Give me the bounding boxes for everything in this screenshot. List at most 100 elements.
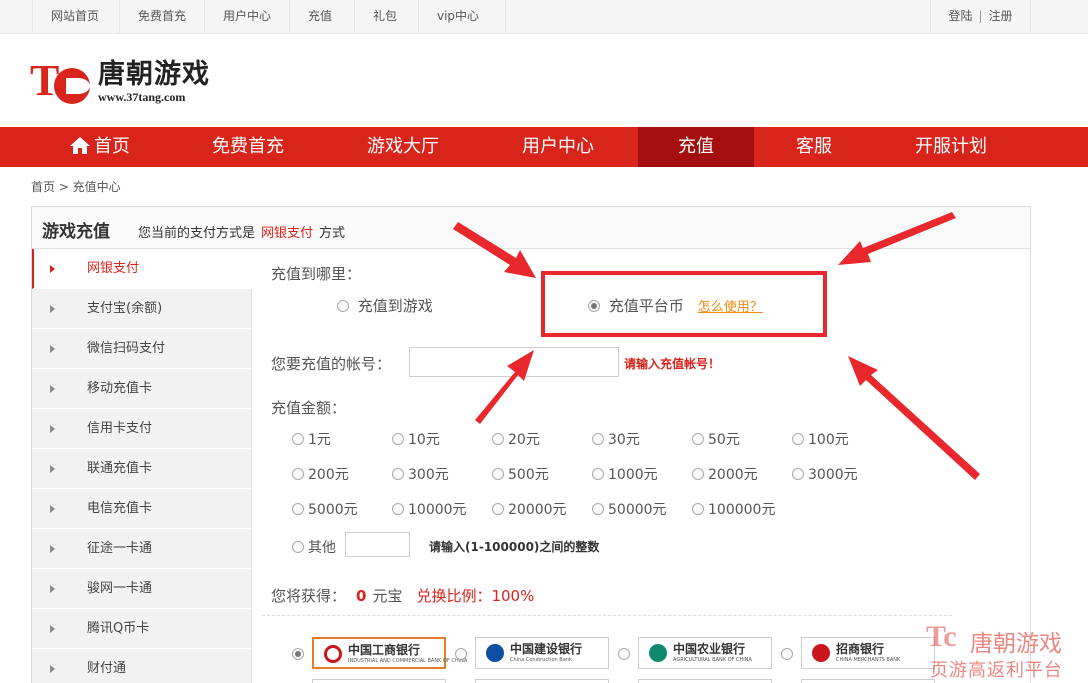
top-link-gift[interactable]: 礼包: [355, 0, 419, 34]
radio[interactable]: [492, 503, 504, 515]
top-link-user-center[interactable]: 用户中心: [205, 0, 290, 34]
sidebar-item-label: 网银支付: [87, 261, 140, 276]
bank-option-abc[interactable]: 中国农业银行 AGRICULTURAL BANK OF CHINA: [638, 637, 772, 669]
panel-header: 游戏充值 您当前的支付方式是 网银支付 方式: [32, 207, 1030, 249]
amount-option[interactable]: 20000元: [492, 499, 567, 519]
amount-other-input[interactable]: [345, 532, 410, 557]
sidebar-item-credit-card[interactable]: 信用卡支付: [32, 409, 252, 449]
radio[interactable]: [792, 468, 804, 480]
caret-right-icon: [50, 585, 55, 593]
radio[interactable]: [592, 503, 604, 515]
radio[interactable]: [792, 433, 804, 445]
bank-option-cmb[interactable]: 招商银行 CHINA MERCHANTS BANK: [801, 637, 935, 669]
nav-item-server-plan[interactable]: 开服计划: [898, 127, 1004, 167]
amount-option[interactable]: 200元: [292, 464, 349, 484]
register-link[interactable]: 注册: [989, 9, 1013, 23]
logo-mark: T: [30, 58, 92, 104]
amount-option[interactable]: 5000元: [292, 499, 358, 519]
target-game-option[interactable]: 充值到游戏: [337, 295, 433, 316]
sidebar-item-zhengtu-card[interactable]: 征途一卡通: [32, 529, 252, 569]
radio[interactable]: [392, 433, 404, 445]
amount-option[interactable]: 30元: [592, 429, 640, 449]
top-link-home[interactable]: 网站首页: [33, 0, 120, 34]
amount-other-option[interactable]: 其他: [292, 537, 336, 557]
bank-option-ccb[interactable]: 中国建设银行 China Construction Bank: [475, 637, 609, 669]
radio[interactable]: [692, 468, 704, 480]
sidebar-item-label: 电信充值卡: [87, 501, 153, 516]
radio[interactable]: [292, 503, 304, 515]
radio[interactable]: [692, 433, 704, 445]
amount-option[interactable]: 50元: [692, 429, 740, 449]
login-link[interactable]: 登陆: [948, 9, 972, 23]
nav-item-home[interactable]: 首页: [60, 127, 140, 167]
bank-option-partial[interactable]: [475, 679, 609, 683]
radio[interactable]: [337, 300, 349, 312]
watermark-slogan: 页游高返利平台: [930, 660, 1063, 681]
bank-option-icbc[interactable]: 中国工商银行 INDUSTRIAL AND COMMERCIAL BANK OF…: [312, 637, 467, 669]
amount-label: 1元: [308, 432, 331, 448]
amount-option[interactable]: 10000元: [392, 499, 467, 519]
radio[interactable]: [292, 433, 304, 445]
auth-links: 登陆 | 注册: [930, 0, 1031, 34]
sidebar-item-wechat[interactable]: 微信扫码支付: [32, 329, 252, 369]
amount-label: 2000元: [708, 467, 758, 483]
amount-option[interactable]: 100元: [792, 429, 849, 449]
amount-option[interactable]: 1元: [292, 429, 331, 449]
top-link-vip[interactable]: vip中心: [419, 0, 506, 34]
nav-item-free-charge[interactable]: 免费首充: [198, 127, 298, 167]
amount-label: 3000元: [808, 467, 858, 483]
radio[interactable]: [492, 433, 504, 445]
amount-label: 30元: [608, 432, 640, 448]
breadcrumb[interactable]: 首页 > 充值中心: [31, 178, 121, 195]
sidebar-item-telecom-card[interactable]: 电信充值卡: [32, 489, 252, 529]
nav-item-game-hall[interactable]: 游戏大厅: [353, 127, 453, 167]
amount-option[interactable]: 3000元: [792, 464, 858, 484]
sidebar-item-alipay[interactable]: 支付宝(余额): [32, 289, 252, 329]
amount-label: 50元: [708, 432, 740, 448]
bank-radio[interactable]: [455, 648, 467, 660]
bank-en-name: INDUSTRIAL AND COMMERCIAL BANK OF CHINA: [348, 658, 468, 664]
amount-option[interactable]: 100000元: [692, 499, 775, 519]
nav-item-recharge[interactable]: 充值: [638, 127, 754, 167]
payment-method-desc: 您当前的支付方式是 网银支付 方式: [138, 222, 345, 241]
radio[interactable]: [692, 503, 704, 515]
radio[interactable]: [492, 468, 504, 480]
bank-radio[interactable]: [618, 648, 630, 660]
amount-label: 10元: [408, 432, 440, 448]
nav-item-user-center[interactable]: 用户中心: [508, 127, 608, 167]
sidebar-item-mobile-card[interactable]: 移动充值卡: [32, 369, 252, 409]
caret-right-icon: [50, 545, 55, 553]
sidebar-item-tenpay[interactable]: 财付通: [32, 649, 252, 683]
sidebar-item-unicom-card[interactable]: 联通充值卡: [32, 449, 252, 489]
top-link-free-charge[interactable]: 免费首充: [120, 0, 205, 34]
radio[interactable]: [592, 433, 604, 445]
radio[interactable]: [392, 503, 404, 515]
amount-option[interactable]: 500元: [492, 464, 549, 484]
exchange-ratio: 兑换比例：100%: [416, 587, 535, 605]
amount-option[interactable]: 1000元: [592, 464, 658, 484]
amount-option[interactable]: 300元: [392, 464, 449, 484]
radio[interactable]: [592, 468, 604, 480]
bank-radio[interactable]: [781, 648, 793, 660]
radio[interactable]: [292, 541, 304, 553]
caret-right-icon: [50, 505, 55, 513]
bank-option-partial[interactable]: [638, 679, 772, 683]
sidebar-item-bank[interactable]: 网银支付: [32, 249, 252, 289]
radio[interactable]: [392, 468, 404, 480]
top-link-recharge[interactable]: 充值: [290, 0, 355, 34]
nav-item-service[interactable]: 客服: [774, 127, 854, 167]
bank-option-partial[interactable]: [801, 679, 935, 683]
get-value: 0: [356, 587, 367, 605]
sidebar-item-junnet-card[interactable]: 骏网一卡通: [32, 569, 252, 609]
bank-option-partial[interactable]: [312, 679, 446, 683]
amount-option[interactable]: 10元: [392, 429, 440, 449]
bank-radio-checked[interactable]: [292, 648, 304, 660]
amount-option[interactable]: 50000元: [592, 499, 667, 519]
sidebar-item-label: 信用卡支付: [87, 421, 153, 436]
account-input[interactable]: [409, 347, 619, 377]
amount-option[interactable]: 2000元: [692, 464, 758, 484]
amount-option[interactable]: 20元: [492, 429, 540, 449]
bank-en-name: CHINA MERCHANTS BANK: [836, 657, 901, 663]
sidebar-item-qq-card[interactable]: 腾讯Q币卡: [32, 609, 252, 649]
radio[interactable]: [292, 468, 304, 480]
